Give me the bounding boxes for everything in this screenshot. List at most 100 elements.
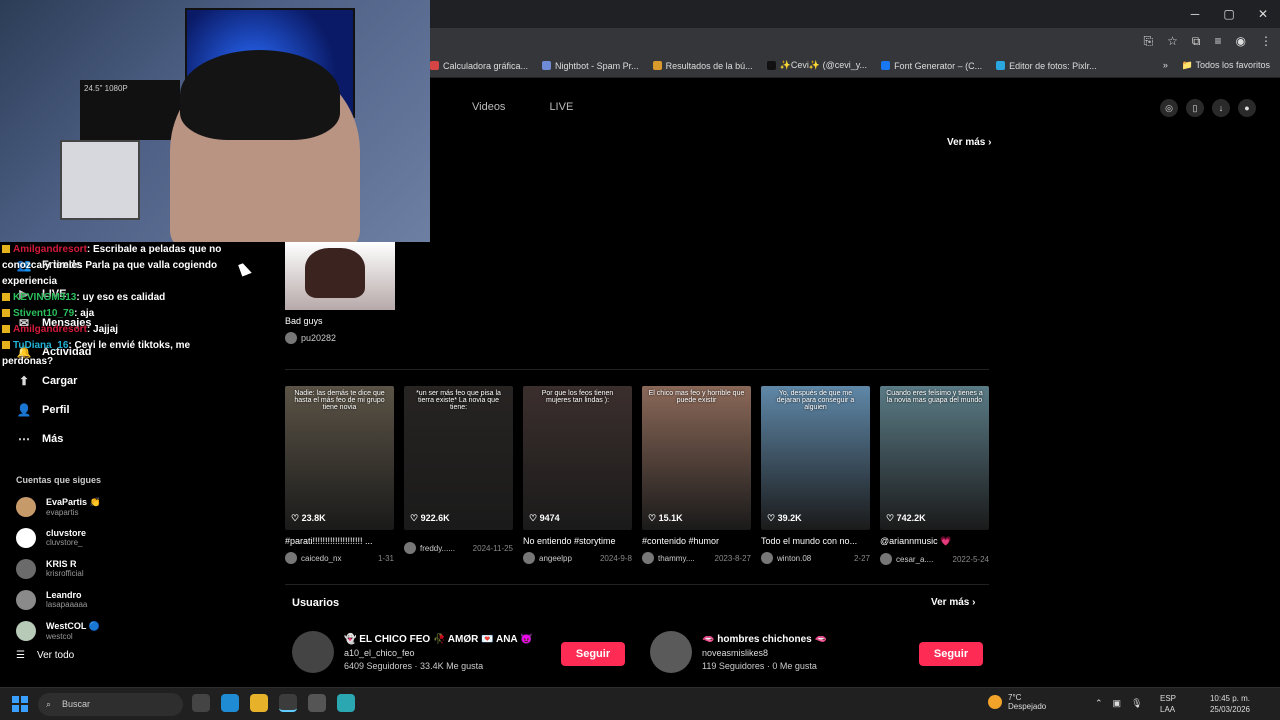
ver-mas-top-link[interactable]: Ver más ›: [947, 137, 991, 148]
chevron-up-icon[interactable]: ⌃: [1095, 698, 1103, 709]
video-card[interactable]: Yo, después de que me dejaran para conse…: [761, 386, 870, 565]
following-account[interactable]: WestCOL 🔵 westcol: [16, 615, 256, 646]
follow-button[interactable]: Seguir: [919, 642, 983, 666]
video-thumbnail[interactable]: Nadie: las demás te dice que hasta el má…: [285, 386, 394, 530]
video-thumbnail[interactable]: Por que los feos tienen mujeres tan lind…: [523, 386, 632, 530]
taskbar-search[interactable]: ⌕ Buscar: [38, 693, 183, 716]
chat-username: Stivent10_79: [13, 308, 75, 319]
obs-icon[interactable]: [308, 694, 326, 712]
user-avatar[interactable]: [650, 631, 692, 673]
weather-widget[interactable]: 7°C Despejado: [988, 693, 1046, 711]
following-account[interactable]: KRIS Rkrisrofficial: [16, 553, 256, 584]
chat-username: Amilgandresort: [13, 244, 87, 255]
maximize-button[interactable]: ▢: [1212, 0, 1246, 28]
video-author[interactable]: cesar_a....: [880, 553, 933, 565]
clock[interactable]: 10:45 p. m. 25/03/2026: [1210, 693, 1250, 715]
weather-temp: 7°C: [1008, 693, 1022, 702]
users-see-more-link[interactable]: Ver más ›: [931, 597, 975, 608]
video-author[interactable]: thammy....: [642, 552, 695, 564]
see-all-link[interactable]: ☰ Ver todo: [16, 650, 256, 661]
video-card[interactable]: *un ser más feo que pisa la tierra exist…: [404, 386, 513, 565]
tab-videos[interactable]: Videos: [472, 101, 505, 113]
bookmark-item[interactable]: ✨Cevi✨ (@cevi_y...: [766, 60, 867, 71]
video-card[interactable]: Nadie: las demás te dice que hasta el má…: [285, 386, 394, 565]
video-grid: Nadie: las demás te dice que hasta el má…: [285, 386, 989, 565]
tab-live[interactable]: LIVE: [549, 101, 573, 113]
video-card[interactable]: Por que los feos tienen mujeres tan lind…: [523, 386, 632, 565]
search-label: Buscar: [62, 699, 91, 709]
video-likes: ♡ 39.2K: [767, 513, 802, 523]
all-bookmarks-folder[interactable]: 📁 Todos los favoritos: [1182, 60, 1270, 71]
video-thumbnail[interactable]: [285, 242, 395, 310]
mic-icon[interactable]: 🎙: [1131, 698, 1142, 709]
download-icon[interactable]: ↓: [1212, 99, 1230, 117]
sidebar-item-cargar[interactable]: ⬆ Cargar: [16, 366, 256, 395]
minimize-button[interactable]: ─: [1178, 0, 1212, 28]
start-button[interactable]: [12, 696, 28, 712]
coin-icon[interactable]: ◎: [1160, 99, 1178, 117]
follow-button[interactable]: Seguir: [561, 642, 625, 666]
video-author[interactable]: winton.08: [761, 552, 811, 564]
video-thumbnail[interactable]: Yo, después de que me dejaran para conse…: [761, 386, 870, 530]
user-card[interactable]: 👻 EL CHICO FEO 🥀 AMØR 💌 ANA 😈 a10_el_chi…: [292, 631, 533, 673]
following-account[interactable]: EvaPartis 👏 evapartis: [16, 491, 256, 522]
edge-icon[interactable]: [221, 694, 239, 712]
bookmarks-overflow-button[interactable]: »: [1163, 60, 1168, 71]
bookmark-item[interactable]: Calculadora gráfica...: [430, 60, 528, 71]
bookmarks-list: Calculadora gráfica... Nightbot - Spam Pr…: [430, 60, 1097, 71]
app-icon[interactable]: [337, 694, 355, 712]
menu-icon[interactable]: ⋮: [1260, 34, 1272, 49]
video-thumbnail[interactable]: El chico mas feo y horrible que puede ex…: [642, 386, 751, 530]
author-avatar: [285, 332, 297, 344]
user-name: 🫦 hombres chichones 🫦: [702, 633, 827, 645]
following-account[interactable]: Leandro lasapaaaaa: [16, 584, 256, 615]
bookmark-item[interactable]: Font Generator – (C...: [881, 60, 982, 71]
video-card-bad-guys[interactable]: Bad guys pu20282: [285, 242, 395, 344]
bookmark-label: Editor de fotos: Pixlr...: [1009, 60, 1097, 71]
author-name: caicedo_nx: [301, 553, 342, 563]
bookmark-item[interactable]: Editor de fotos: Pixlr...: [996, 60, 1097, 71]
search-icon: ⌕: [46, 699, 52, 709]
video-overlay-text: Por que los feos tienen mujeres tan lind…: [541, 390, 614, 404]
pc-case: [60, 140, 140, 220]
author-avatar: [880, 553, 892, 565]
video-author[interactable]: angeelpp: [523, 552, 572, 564]
task-view-icon[interactable]: [192, 694, 210, 712]
video-card[interactable]: Cuando eres feísimo y tienes a la novia …: [880, 386, 989, 565]
sidebar-item-ms[interactable]: ⋯ Más: [16, 424, 256, 453]
language-indicator[interactable]: ESP LAA: [1160, 693, 1176, 715]
author-name: pu20282: [301, 333, 337, 343]
bookmark-item[interactable]: Nightbot - Spam Pr...: [542, 60, 639, 71]
video-meta: angeelpp 2024-9-8: [523, 552, 632, 564]
video-author[interactable]: freddy......: [404, 542, 455, 554]
media-icon[interactable]: ≡: [1215, 34, 1222, 49]
close-button[interactable]: ✕: [1246, 0, 1280, 28]
video-card[interactable]: El chico mas feo y horrible que puede ex…: [642, 386, 751, 565]
following-account[interactable]: cluvstore cluvstore_: [16, 522, 256, 553]
clock-date: 25/03/2026: [1209, 705, 1250, 714]
bookmark-item[interactable]: Resultados de la bú...: [652, 60, 753, 71]
explorer-icon[interactable]: [250, 694, 268, 712]
video-likes: ♡ 9474: [529, 513, 560, 523]
user-card[interactable]: 🫦 hombres chichones 🫦 noveasmislikes8 11…: [650, 631, 827, 673]
video-overlay-text: Nadie: las demás te dice que hasta el má…: [294, 390, 385, 411]
monitor-label: 24.5" 1080P: [84, 84, 128, 93]
video-thumbnail[interactable]: *un ser más feo que pisa la tierra exist…: [404, 386, 513, 530]
video-overlay-text: *un ser más feo que pisa la tierra exist…: [416, 390, 501, 411]
sidebar-item-perfil[interactable]: 👤 Perfil: [16, 395, 256, 424]
install-icon[interactable]: ⎘: [1144, 34, 1154, 49]
chrome-icon[interactable]: [279, 694, 297, 712]
star-icon[interactable]: ☆: [1167, 34, 1178, 49]
tray-app-icon[interactable]: ▣: [1113, 698, 1122, 709]
video-author[interactable]: pu20282: [285, 332, 395, 344]
video-author[interactable]: caicedo_nx: [285, 552, 341, 564]
account-name: WestCOL 🔵: [46, 620, 100, 631]
profile-icon[interactable]: ◉: [1236, 34, 1246, 49]
account-text: cluvstore cluvstore_: [46, 528, 86, 547]
phone-icon[interactable]: ▯: [1186, 99, 1204, 117]
author-name: angeelpp: [539, 553, 572, 563]
user-avatar[interactable]: [292, 631, 334, 673]
extensions-icon[interactable]: ⧉: [1192, 34, 1201, 49]
video-thumbnail[interactable]: Cuando eres feísimo y tienes a la novia …: [880, 386, 989, 530]
avatar[interactable]: ●: [1238, 99, 1256, 117]
